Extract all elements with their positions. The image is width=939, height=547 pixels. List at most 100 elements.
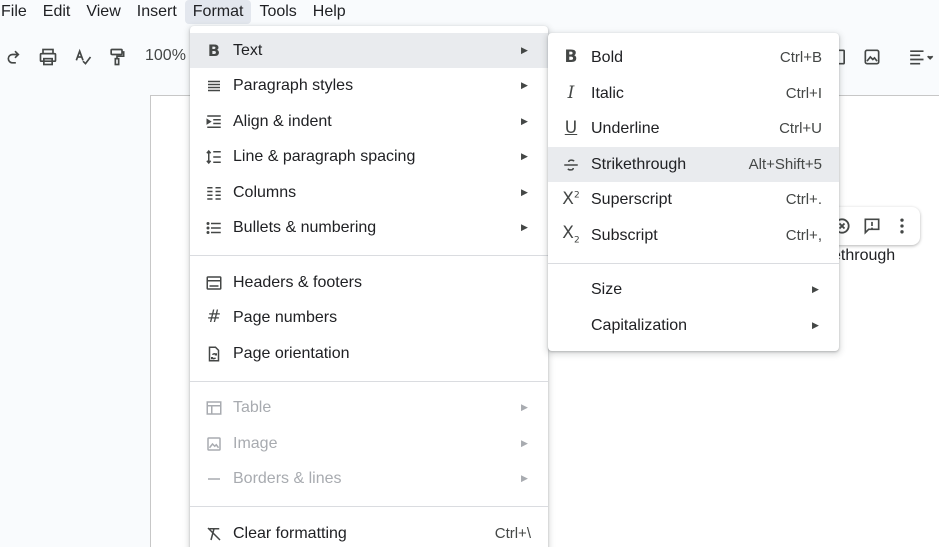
format-menu-label: Align & indent [233, 112, 332, 130]
format-menu-label: Bullets & numbering [233, 218, 377, 236]
paragraph-styles-icon [204, 76, 224, 96]
menu-edit[interactable]: Edit [35, 0, 79, 24]
format-menu-item-clear-formatting[interactable]: Clear formatting Ctrl+\ [190, 516, 548, 547]
more-options-icon[interactable] [892, 216, 912, 236]
text-menu-label: Capitalization [591, 316, 688, 334]
text-menu-item-superscript[interactable]: X2 Superscript Ctrl+. [548, 182, 839, 217]
format-menu: B Text ▶ Paragraph styles ▶ Align & inde… [190, 26, 548, 547]
borders-icon [204, 469, 224, 489]
page-orientation-icon [204, 344, 224, 364]
text-menu-label: Superscript [591, 190, 672, 208]
text-menu-item-capitalization[interactable]: Capitalization ▶ [548, 308, 839, 343]
align-indent-icon [204, 112, 224, 132]
format-menu-label: Headers & footers [233, 273, 362, 291]
clear-formatting-icon [204, 524, 224, 544]
text-menu-label: Italic [591, 84, 624, 102]
bullets-icon [204, 218, 224, 238]
menubar: File Edit View Insert Format Tools Help [0, 0, 939, 24]
submenu-arrow-icon: ▶ [521, 45, 528, 55]
format-menu-label: Borders & lines [233, 469, 342, 487]
menu-separator [190, 506, 548, 507]
columns-icon [204, 183, 224, 203]
paint-format-icon[interactable] [104, 44, 130, 70]
bold-icon: B [207, 40, 221, 60]
format-menu-item-bullets[interactable]: Bullets & numbering ▶ [190, 210, 548, 245]
submenu-arrow-icon: ▶ [521, 187, 528, 197]
format-menu-item-table: Table ▶ [190, 390, 548, 425]
shortcut-text: Ctrl+, [785, 227, 822, 244]
shortcut-text: Ctrl+U [779, 120, 822, 137]
text-submenu: B Bold Ctrl+B I Italic Ctrl+I U Underlin… [548, 33, 839, 351]
menu-file[interactable]: File [0, 0, 35, 24]
format-menu-label: Paragraph styles [233, 76, 354, 94]
submenu-arrow-icon: ▶ [812, 320, 819, 330]
format-menu-label: Clear formatting [233, 524, 347, 542]
text-menu-label: Size [591, 280, 623, 298]
format-menu-label: Page orientation [233, 344, 350, 362]
format-menu-item-borders: Borders & lines ▶ [190, 461, 548, 496]
add-comment-icon[interactable] [862, 216, 882, 236]
menu-view[interactable]: View [78, 0, 128, 24]
menu-tools[interactable]: Tools [251, 0, 304, 24]
submenu-arrow-icon: ▶ [521, 438, 528, 448]
menu-separator [190, 381, 548, 382]
headers-footers-icon [204, 273, 224, 293]
print-icon[interactable] [35, 44, 61, 70]
text-menu-label: Subscript [591, 226, 658, 244]
shortcut-text: Ctrl+\ [494, 525, 531, 542]
line-spacing-icon [204, 147, 224, 167]
format-menu-item-page-numbers[interactable]: # Page numbers [190, 300, 548, 335]
shortcut-text: Ctrl+. [785, 191, 822, 208]
strikethrough-icon [561, 155, 581, 175]
menu-separator [548, 263, 839, 264]
image-icon[interactable] [859, 44, 885, 70]
text-menu-label: Underline [591, 119, 660, 137]
shortcut-text: Alt+Shift+5 [748, 156, 822, 173]
submenu-arrow-icon: ▶ [521, 116, 528, 126]
shortcut-text: Ctrl+I [785, 85, 822, 102]
format-menu-item-paragraph-styles[interactable]: Paragraph styles ▶ [190, 68, 548, 103]
text-menu-item-underline[interactable]: U Underline Ctrl+U [548, 111, 839, 146]
text-menu-item-subscript[interactable]: X2 Subscript Ctrl+, [548, 218, 839, 253]
format-menu-label: Line & paragraph spacing [233, 147, 416, 165]
format-menu-label: Table [233, 398, 272, 416]
format-menu-label: Image [233, 434, 278, 452]
menu-help[interactable]: Help [305, 0, 354, 24]
zoom-level[interactable]: 100% [145, 47, 186, 65]
bold-icon: B [564, 47, 578, 67]
menu-insert[interactable]: Insert [129, 0, 185, 24]
submenu-arrow-icon: ▶ [521, 402, 528, 412]
table-icon [204, 398, 224, 418]
text-menu-item-size[interactable]: Size ▶ [548, 272, 839, 307]
format-menu-item-line-spacing[interactable]: Line & paragraph spacing ▶ [190, 139, 548, 174]
image-icon [204, 434, 224, 454]
format-menu-label: Columns [233, 183, 297, 201]
submenu-arrow-icon: ▶ [521, 80, 528, 90]
redo-icon[interactable] [2, 44, 28, 70]
superscript-icon: X2 [562, 189, 580, 209]
format-menu-label: Text [233, 41, 263, 59]
document-text-fragment: ethrough [832, 247, 896, 264]
submenu-arrow-icon: ▶ [521, 473, 528, 483]
text-menu-item-italic[interactable]: I Italic Ctrl+I [548, 76, 839, 111]
spellcheck-icon[interactable] [70, 44, 96, 70]
italic-icon: I [567, 83, 575, 103]
format-menu-item-page-orientation[interactable]: Page orientation [190, 336, 548, 371]
format-menu-item-text[interactable]: B Text ▶ [190, 33, 548, 68]
format-menu-label: Page numbers [233, 308, 338, 326]
hash-icon: # [206, 307, 222, 327]
shortcut-text: Ctrl+B [779, 49, 822, 66]
format-menu-item-headers-footers[interactable]: Headers & footers [190, 265, 548, 300]
format-menu-item-align-indent[interactable]: Align & indent ▶ [190, 104, 548, 139]
format-menu-item-image: Image ▶ [190, 426, 548, 461]
align-left-icon[interactable] [903, 44, 939, 70]
underline-icon: U [564, 118, 578, 138]
format-menu-item-columns[interactable]: Columns ▶ [190, 175, 548, 210]
text-menu-item-bold[interactable]: B Bold Ctrl+B [548, 40, 839, 75]
menu-separator [190, 255, 548, 256]
text-menu-item-strikethrough[interactable]: Strikethrough Alt+Shift+5 [548, 147, 839, 182]
menu-format[interactable]: Format [184, 0, 252, 24]
text-menu-label: Bold [591, 48, 624, 66]
submenu-arrow-icon: ▶ [521, 151, 528, 161]
submenu-arrow-icon: ▶ [521, 222, 528, 232]
